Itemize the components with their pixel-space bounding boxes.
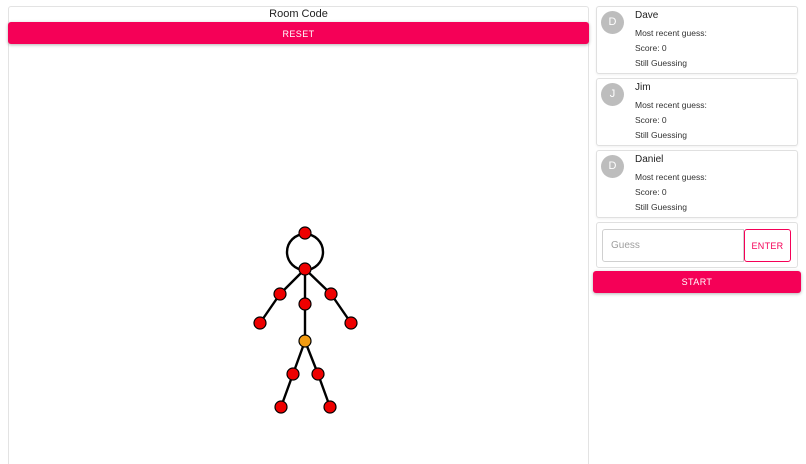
player-card: J Jim Most recent guess: Score: 0 Still … <box>596 78 798 146</box>
start-button[interactable]: START <box>593 271 801 293</box>
joint-right-elbow[interactable] <box>324 287 338 301</box>
recent-guess-label: Most recent guess: <box>635 100 707 110</box>
player-name: Jim <box>635 82 651 93</box>
recent-guess-label: Most recent guess: <box>635 28 707 38</box>
joint-left-knee[interactable] <box>286 367 300 381</box>
guess-input[interactable] <box>602 229 744 262</box>
player-score: Score: 0 <box>635 43 667 53</box>
player-status: Still Guessing <box>635 58 687 68</box>
joint-chest[interactable] <box>298 297 312 311</box>
joint-left-hand[interactable] <box>253 316 267 330</box>
player-status: Still Guessing <box>635 202 687 212</box>
joint-right-hand[interactable] <box>344 316 358 330</box>
player-card: D Daniel Most recent guess: Score: 0 Sti… <box>596 150 798 218</box>
reset-button[interactable]: RESET <box>8 22 589 44</box>
drawing-canvas[interactable] <box>9 47 589 464</box>
player-status: Still Guessing <box>635 130 687 140</box>
app-root: Room Code RESET D Dave Most recent guess… <box>0 0 806 464</box>
room-code-label: Room Code <box>269 8 328 20</box>
joint-head-top[interactable] <box>298 226 312 240</box>
game-panel: Room Code RESET <box>8 6 589 464</box>
avatar: D <box>601 11 624 34</box>
joint-right-knee[interactable] <box>311 367 325 381</box>
player-name: Dave <box>635 10 659 21</box>
player-score: Score: 0 <box>635 115 667 125</box>
joint-hip-selected[interactable] <box>298 334 312 348</box>
recent-guess-label: Most recent guess: <box>635 172 707 182</box>
joint-left-foot[interactable] <box>274 400 288 414</box>
joint-left-elbow[interactable] <box>273 287 287 301</box>
player-name: Daniel <box>635 154 664 165</box>
guess-form: ENTER <box>596 222 798 268</box>
avatar: J <box>601 83 624 106</box>
player-score: Score: 0 <box>635 187 667 197</box>
stick-figure[interactable] <box>9 47 589 464</box>
player-card: D Dave Most recent guess: Score: 0 Still… <box>596 6 798 74</box>
avatar: D <box>601 155 624 178</box>
joint-neck[interactable] <box>298 262 312 276</box>
stick-figure-limbs <box>258 232 353 409</box>
joint-right-foot[interactable] <box>323 400 337 414</box>
enter-button[interactable]: ENTER <box>744 229 791 262</box>
